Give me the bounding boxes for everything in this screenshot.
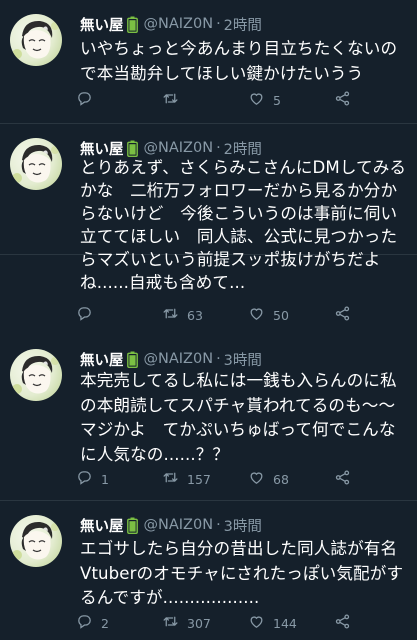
- avatar[interactable]: [10, 515, 62, 567]
- reply-count: 2: [101, 615, 109, 631]
- tweet-text: とりあえず、さくらみこさんにDMしてみるかな 二桁万フォロワーだから見るか分から…: [80, 158, 407, 292]
- like-count: 50: [273, 307, 289, 323]
- battery-icon: [126, 517, 138, 534]
- tweet[interactable]: 無い屋 @NAIZ0N · 3時間 エゴサしたら自分の昔出した同人誌が有名Vtu…: [0, 501, 417, 640]
- reply-icon: [76, 613, 93, 633]
- timeline: 無い屋 @NAIZ0N · 2時間 いやちょっと今あんまり目立ちたくないので本当…: [0, 0, 417, 640]
- tweet-text: いやちょっと今あんまり目立ちたくないので本当勘弁してほしい鍵かけたいうう: [80, 39, 398, 83]
- retweet-count: 63: [187, 307, 203, 323]
- reply-icon: [76, 90, 93, 110]
- tweet-header: 無い屋 @NAIZ0N · 2時間: [80, 138, 262, 158]
- tweet-actions: 2 307 144: [76, 613, 406, 633]
- share-button[interactable]: [334, 469, 351, 489]
- like-button[interactable]: 5: [248, 90, 281, 110]
- retweet-button[interactable]: [162, 90, 187, 110]
- retweet-icon: [162, 469, 179, 489]
- handle[interactable]: @NAIZ0N: [144, 140, 214, 156]
- battery-icon: [126, 16, 138, 33]
- like-icon: [248, 469, 265, 489]
- retweet-button[interactable]: 307: [162, 613, 211, 633]
- display-name[interactable]: 無い屋: [80, 515, 124, 536]
- tweet-header: 無い屋 @NAIZ0N · 3時間: [80, 349, 262, 369]
- tweet[interactable]: 無い屋 @NAIZ0N · 2時間 いやちょっと今あんまり目立ちたくないので本当…: [0, 0, 417, 124]
- retweet-icon: [162, 305, 179, 325]
- share-button[interactable]: [334, 613, 351, 633]
- share-icon: [334, 90, 351, 110]
- avatar[interactable]: [10, 14, 62, 66]
- separator-dot: ·: [216, 517, 221, 533]
- reply-icon: [76, 305, 93, 325]
- retweet-button[interactable]: 63: [162, 305, 203, 325]
- battery-icon: [126, 351, 138, 368]
- retweet-count: 307: [187, 615, 211, 631]
- reply-button[interactable]: 1: [76, 469, 109, 489]
- like-count: 144: [273, 615, 297, 631]
- share-button[interactable]: [334, 305, 351, 325]
- like-count: 5: [273, 92, 281, 108]
- separator-dot: ·: [216, 140, 221, 156]
- avatar[interactable]: [10, 349, 62, 401]
- display-name[interactable]: 無い屋: [80, 349, 124, 370]
- like-button[interactable]: 144: [248, 613, 297, 633]
- reply-button[interactable]: [76, 90, 101, 110]
- tweet-header: 無い屋 @NAIZ0N · 2時間: [80, 14, 262, 34]
- reply-button[interactable]: 2: [76, 613, 109, 633]
- separator-dot: ·: [216, 351, 221, 367]
- tweet-text: エゴサしたら自分の昔出した同人誌が有名Vtuberのオモチャにされたっぽい気配が…: [80, 539, 404, 607]
- like-icon: [248, 90, 265, 110]
- timestamp[interactable]: 3時間: [224, 349, 262, 370]
- reply-count: 1: [101, 471, 109, 487]
- tweet[interactable]: 無い屋 @NAIZ0N · 3時間 本完売してるし私には一銭も入らんのに私の本朗…: [0, 335, 417, 501]
- like-button[interactable]: 50: [248, 305, 289, 325]
- like-icon: [248, 305, 265, 325]
- share-icon: [334, 469, 351, 489]
- display-name[interactable]: 無い屋: [80, 14, 124, 35]
- avatar[interactable]: [10, 138, 62, 190]
- timestamp[interactable]: 3時間: [224, 515, 262, 536]
- like-icon: [248, 613, 265, 633]
- timestamp[interactable]: 2時間: [224, 14, 262, 35]
- retweet-button[interactable]: 157: [162, 469, 211, 489]
- share-icon: [334, 613, 351, 633]
- handle[interactable]: @NAIZ0N: [144, 16, 214, 32]
- tweet-actions: 5: [76, 90, 406, 110]
- retweet-icon: [162, 90, 179, 110]
- separator-dot: ·: [216, 16, 221, 32]
- handle[interactable]: @NAIZ0N: [144, 351, 214, 367]
- like-count: 68: [273, 471, 289, 487]
- like-button[interactable]: 68: [248, 469, 289, 489]
- retweet-count: 157: [187, 471, 211, 487]
- tweet-actions: 1 157 68: [76, 469, 406, 489]
- tweet[interactable]: 無い屋 @NAIZ0N · 2時間 とりあえず、さくらみこさんにDMしてみるかな…: [0, 124, 417, 323]
- share-button[interactable]: [334, 90, 351, 110]
- tweet-text: 本完売してるし私には一銭も入らんのに私の本朗読してスパチャ貰われてるのも〜〜マジ…: [80, 371, 397, 464]
- tweet-actions: 63 50: [76, 305, 406, 325]
- tweet-header: 無い屋 @NAIZ0N · 3時間: [80, 515, 262, 535]
- retweet-icon: [162, 613, 179, 633]
- reply-button[interactable]: [76, 305, 101, 325]
- share-icon: [334, 305, 351, 325]
- handle[interactable]: @NAIZ0N: [144, 517, 214, 533]
- reply-icon: [76, 469, 93, 489]
- battery-icon: [126, 140, 138, 157]
